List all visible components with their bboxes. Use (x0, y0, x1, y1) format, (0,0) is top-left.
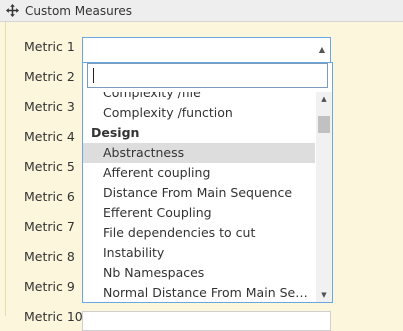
list-group-header: Design (91, 125, 140, 140)
metric-label-6: Metric 6 (24, 189, 75, 204)
metric-dropdown: Complexity /file Complexity /function De… (82, 62, 333, 303)
scroll-down-icon[interactable]: ▼ (316, 288, 332, 302)
metric-label-5: Metric 5 (24, 159, 75, 174)
list-item[interactable]: Complexity /file (83, 92, 315, 103)
list-item[interactable]: Normal Distance From Main Sequence (83, 283, 315, 302)
metric-label-10: Metric 10 (24, 309, 83, 324)
metric-label-9: Metric 9 (24, 279, 75, 294)
panel-border (5, 22, 6, 316)
text-cursor (93, 68, 94, 83)
dropdown-search-input[interactable] (87, 63, 328, 88)
move-icon[interactable] (6, 4, 19, 17)
panel-title: Custom Measures (25, 3, 133, 18)
metric-label-8: Metric 8 (24, 249, 75, 264)
dropdown-list[interactable]: Complexity /file Complexity /function De… (83, 92, 315, 302)
list-item[interactable]: Distance From Main Sequence (83, 183, 315, 203)
list-item[interactable]: File dependencies to cut (83, 223, 315, 243)
metric-label-3: Metric 3 (24, 99, 75, 114)
scroll-up-icon[interactable]: ▲ (316, 92, 332, 106)
scroll-thumb[interactable] (318, 116, 330, 133)
metric-label-7: Metric 7 (24, 219, 75, 234)
caret-up-icon[interactable]: ▲ (319, 45, 325, 54)
metric-10-select[interactable] (82, 311, 331, 331)
list-item[interactable]: Efferent Coupling (83, 203, 315, 223)
dropdown-scrollbar[interactable]: ▲ ▼ (316, 92, 332, 302)
list-item[interactable]: Afferent coupling (83, 163, 315, 183)
list-item[interactable]: Nb Namespaces (83, 263, 315, 283)
metric-label-2: Metric 2 (24, 69, 75, 84)
metric-1-select[interactable]: ▲ (82, 37, 331, 63)
panel-header: Custom Measures (0, 0, 403, 22)
metric-label-4: Metric 4 (24, 129, 75, 144)
list-item-selected[interactable]: Abstractness (83, 143, 315, 163)
list-item[interactable]: Instability (83, 243, 315, 263)
list-item[interactable]: Complexity /function (83, 103, 315, 123)
metric-label-1: Metric 1 (24, 39, 75, 54)
